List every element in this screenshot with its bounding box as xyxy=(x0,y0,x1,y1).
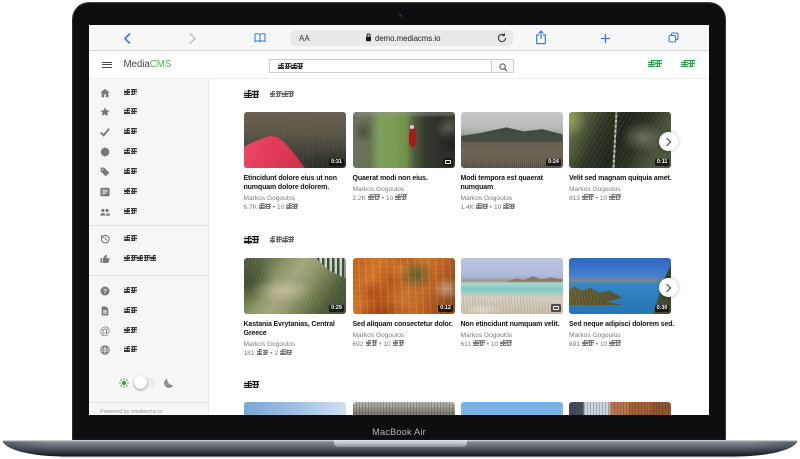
svg-text:?: ? xyxy=(103,288,107,295)
svg-text:@: @ xyxy=(100,326,110,336)
